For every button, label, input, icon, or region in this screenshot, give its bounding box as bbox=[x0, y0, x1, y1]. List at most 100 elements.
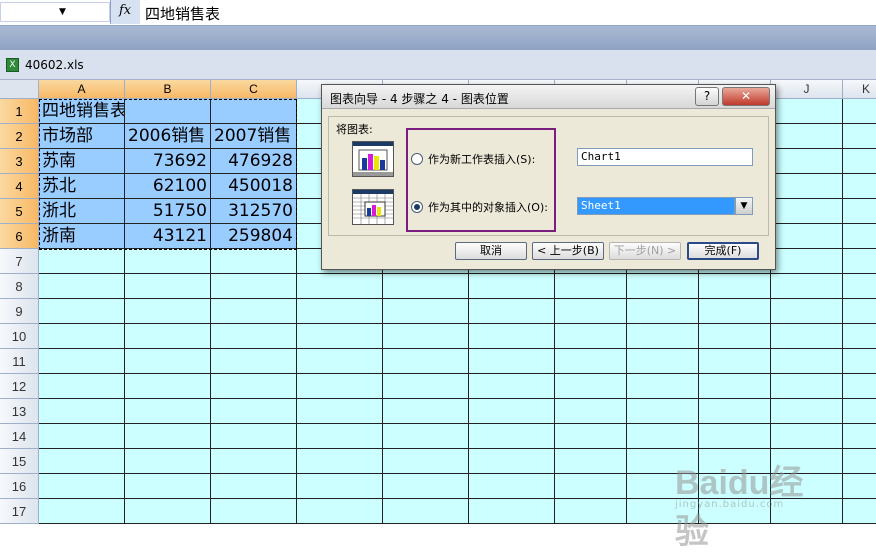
cell-c6[interactable]: 259804 bbox=[211, 224, 297, 249]
cell-f17[interactable] bbox=[469, 499, 555, 524]
row-header-17[interactable]: 17 bbox=[0, 499, 39, 524]
cell-a13[interactable] bbox=[39, 399, 125, 424]
cell-b11[interactable] bbox=[125, 349, 211, 374]
cell-a17[interactable] bbox=[39, 499, 125, 524]
cell-i8[interactable] bbox=[699, 274, 771, 299]
cell-e11[interactable] bbox=[383, 349, 469, 374]
insert-function-button[interactable]: fx bbox=[110, 0, 140, 24]
cell-k1[interactable] bbox=[843, 99, 876, 124]
cell-j13[interactable] bbox=[771, 399, 843, 424]
cell-k17[interactable] bbox=[843, 499, 876, 524]
cell-i12[interactable] bbox=[699, 374, 771, 399]
cell-e16[interactable] bbox=[383, 474, 469, 499]
cell-h9[interactable] bbox=[627, 299, 699, 324]
column-header-a[interactable]: A bbox=[39, 80, 125, 99]
chevron-down-icon[interactable]: ▼ bbox=[59, 7, 66, 17]
column-header-c[interactable]: C bbox=[211, 80, 297, 99]
cell-a16[interactable] bbox=[39, 474, 125, 499]
cell-i13[interactable] bbox=[699, 399, 771, 424]
cell-j1[interactable] bbox=[771, 99, 843, 124]
cell-h11[interactable] bbox=[627, 349, 699, 374]
cell-a14[interactable] bbox=[39, 424, 125, 449]
cell-a3[interactable]: 苏南 bbox=[39, 149, 125, 174]
cell-c17[interactable] bbox=[211, 499, 297, 524]
cell-g8[interactable] bbox=[555, 274, 627, 299]
cell-e10[interactable] bbox=[383, 324, 469, 349]
cell-f16[interactable] bbox=[469, 474, 555, 499]
cell-c10[interactable] bbox=[211, 324, 297, 349]
cell-b1[interactable] bbox=[125, 99, 211, 124]
cell-g15[interactable] bbox=[555, 449, 627, 474]
row-header-1[interactable]: 1 bbox=[0, 99, 39, 124]
cell-i11[interactable] bbox=[699, 349, 771, 374]
row-header-3[interactable]: 3 bbox=[0, 149, 39, 174]
cancel-button[interactable]: 取消 bbox=[455, 242, 527, 260]
cell-f12[interactable] bbox=[469, 374, 555, 399]
cell-b17[interactable] bbox=[125, 499, 211, 524]
row-header-9[interactable]: 9 bbox=[0, 299, 39, 324]
cell-b2[interactable]: 2006销售 bbox=[125, 124, 211, 149]
cell-k6[interactable] bbox=[843, 224, 876, 249]
cell-g11[interactable] bbox=[555, 349, 627, 374]
cell-b10[interactable] bbox=[125, 324, 211, 349]
radio-as-object[interactable] bbox=[411, 201, 423, 213]
cell-g13[interactable] bbox=[555, 399, 627, 424]
cell-i9[interactable] bbox=[699, 299, 771, 324]
cell-k10[interactable] bbox=[843, 324, 876, 349]
column-header-j[interactable]: J bbox=[771, 80, 843, 99]
cell-d13[interactable] bbox=[297, 399, 383, 424]
option-object-label[interactable]: 作为其中的对象插入(O): bbox=[428, 199, 548, 215]
cell-h10[interactable] bbox=[627, 324, 699, 349]
cell-c2[interactable]: 2007销售 bbox=[211, 124, 297, 149]
cell-i14[interactable] bbox=[699, 424, 771, 449]
cell-b12[interactable] bbox=[125, 374, 211, 399]
new-sheet-name-input[interactable]: Chart1 bbox=[577, 148, 753, 166]
cell-k15[interactable] bbox=[843, 449, 876, 474]
cell-e14[interactable] bbox=[383, 424, 469, 449]
cell-k13[interactable] bbox=[843, 399, 876, 424]
cell-d10[interactable] bbox=[297, 324, 383, 349]
formula-input[interactable]: 四地销售表 bbox=[145, 3, 220, 24]
row-header-8[interactable]: 8 bbox=[0, 274, 39, 299]
cell-k16[interactable] bbox=[843, 474, 876, 499]
cell-b4[interactable]: 62100 bbox=[125, 174, 211, 199]
cell-d14[interactable] bbox=[297, 424, 383, 449]
cell-c7[interactable] bbox=[211, 249, 297, 274]
name-box[interactable]: ▼ bbox=[0, 2, 110, 22]
cell-c9[interactable] bbox=[211, 299, 297, 324]
cell-a15[interactable] bbox=[39, 449, 125, 474]
row-header-2[interactable]: 2 bbox=[0, 124, 39, 149]
cell-b9[interactable] bbox=[125, 299, 211, 324]
cell-g16[interactable] bbox=[555, 474, 627, 499]
close-button[interactable]: ✕ bbox=[722, 87, 770, 106]
cell-g10[interactable] bbox=[555, 324, 627, 349]
cell-a4[interactable]: 苏北 bbox=[39, 174, 125, 199]
cell-j2[interactable] bbox=[771, 124, 843, 149]
row-header-16[interactable]: 16 bbox=[0, 474, 39, 499]
cell-d9[interactable] bbox=[297, 299, 383, 324]
cell-c15[interactable] bbox=[211, 449, 297, 474]
row-header-7[interactable]: 7 bbox=[0, 249, 39, 274]
cell-f9[interactable] bbox=[469, 299, 555, 324]
cell-c4[interactable]: 450018 bbox=[211, 174, 297, 199]
cell-b13[interactable] bbox=[125, 399, 211, 424]
finish-button[interactable]: 完成(F) bbox=[687, 242, 759, 260]
cell-f15[interactable] bbox=[469, 449, 555, 474]
cell-a5[interactable]: 浙北 bbox=[39, 199, 125, 224]
cell-b15[interactable] bbox=[125, 449, 211, 474]
help-button[interactable]: ? bbox=[695, 87, 719, 106]
cell-b16[interactable] bbox=[125, 474, 211, 499]
cell-h12[interactable] bbox=[627, 374, 699, 399]
cell-e15[interactable] bbox=[383, 449, 469, 474]
cell-g9[interactable] bbox=[555, 299, 627, 324]
cell-j10[interactable] bbox=[771, 324, 843, 349]
cell-f14[interactable] bbox=[469, 424, 555, 449]
cell-k11[interactable] bbox=[843, 349, 876, 374]
cell-a1[interactable]: 四地销售表 bbox=[39, 99, 125, 124]
chevron-down-icon[interactable]: ▼ bbox=[735, 197, 753, 215]
row-header-13[interactable]: 13 bbox=[0, 399, 39, 424]
row-header-15[interactable]: 15 bbox=[0, 449, 39, 474]
cell-k7[interactable] bbox=[843, 249, 876, 274]
cell-j8[interactable] bbox=[771, 274, 843, 299]
cell-c1[interactable] bbox=[211, 99, 297, 124]
